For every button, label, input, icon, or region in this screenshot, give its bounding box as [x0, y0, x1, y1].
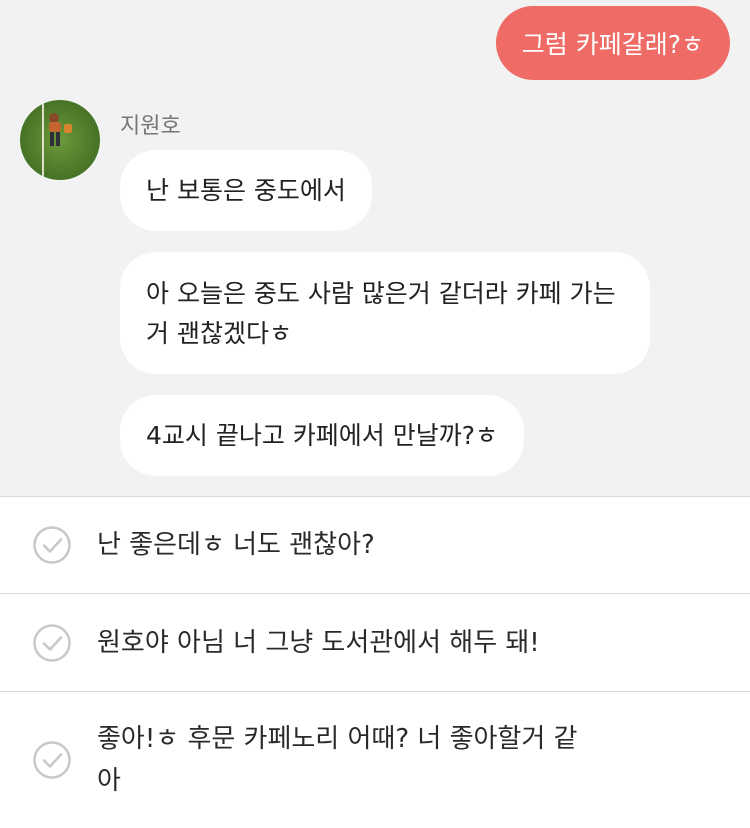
incoming-message-bubble: 아 오늘은 중도 사람 많은거 같더라 카페 가는거 괜찮겠다ㅎ — [120, 252, 650, 374]
reply-option-text: 난 좋은데ㅎ 너도 괜찮아? — [97, 530, 375, 560]
outgoing-message-bubble: 그럼 카페갈래?ㅎ — [495, 6, 730, 80]
check-circle-icon — [33, 623, 71, 662]
check-circle-icon — [33, 741, 71, 779]
incoming-message-bubble: 4교시 끝나고 카페에서 만날까?ㅎ — [120, 395, 525, 476]
reply-option-text: 원호야 아님 너 그냥 도서관에서 해두 돼! — [97, 627, 540, 658]
avatar-photo-icon — [20, 100, 100, 180]
reply-option-text: 좋아!ㅎ 후문 카페노리 어때? 너 좋아할거 같아 — [97, 724, 578, 796]
incoming-message-bubble: 난 보통은 중도에서 — [120, 150, 372, 231]
reply-option[interactable]: 좋아!ㅎ 후문 카페노리 어때? 너 좋아할거 같아 — [0, 692, 750, 828]
avatar[interactable] — [20, 100, 100, 180]
chat-area: 그럼 카페갈래?ㅎ 지원호 난 보통은 중도에서 아 오늘은 중도 사람 많은거… — [0, 0, 750, 496]
reply-options-list: 난 좋은데ㅎ 너도 괜찮아? 원호야 아님 너 그냥 도서관에서 해두 돼! 좋… — [0, 496, 750, 828]
check-circle-icon — [33, 526, 71, 564]
sender-name: 지원호 — [120, 114, 181, 139]
reply-option[interactable]: 난 좋은데ㅎ 너도 괜찮아? — [0, 497, 750, 594]
reply-option[interactable]: 원호야 아님 너 그냥 도서관에서 해두 돼! — [0, 594, 750, 692]
